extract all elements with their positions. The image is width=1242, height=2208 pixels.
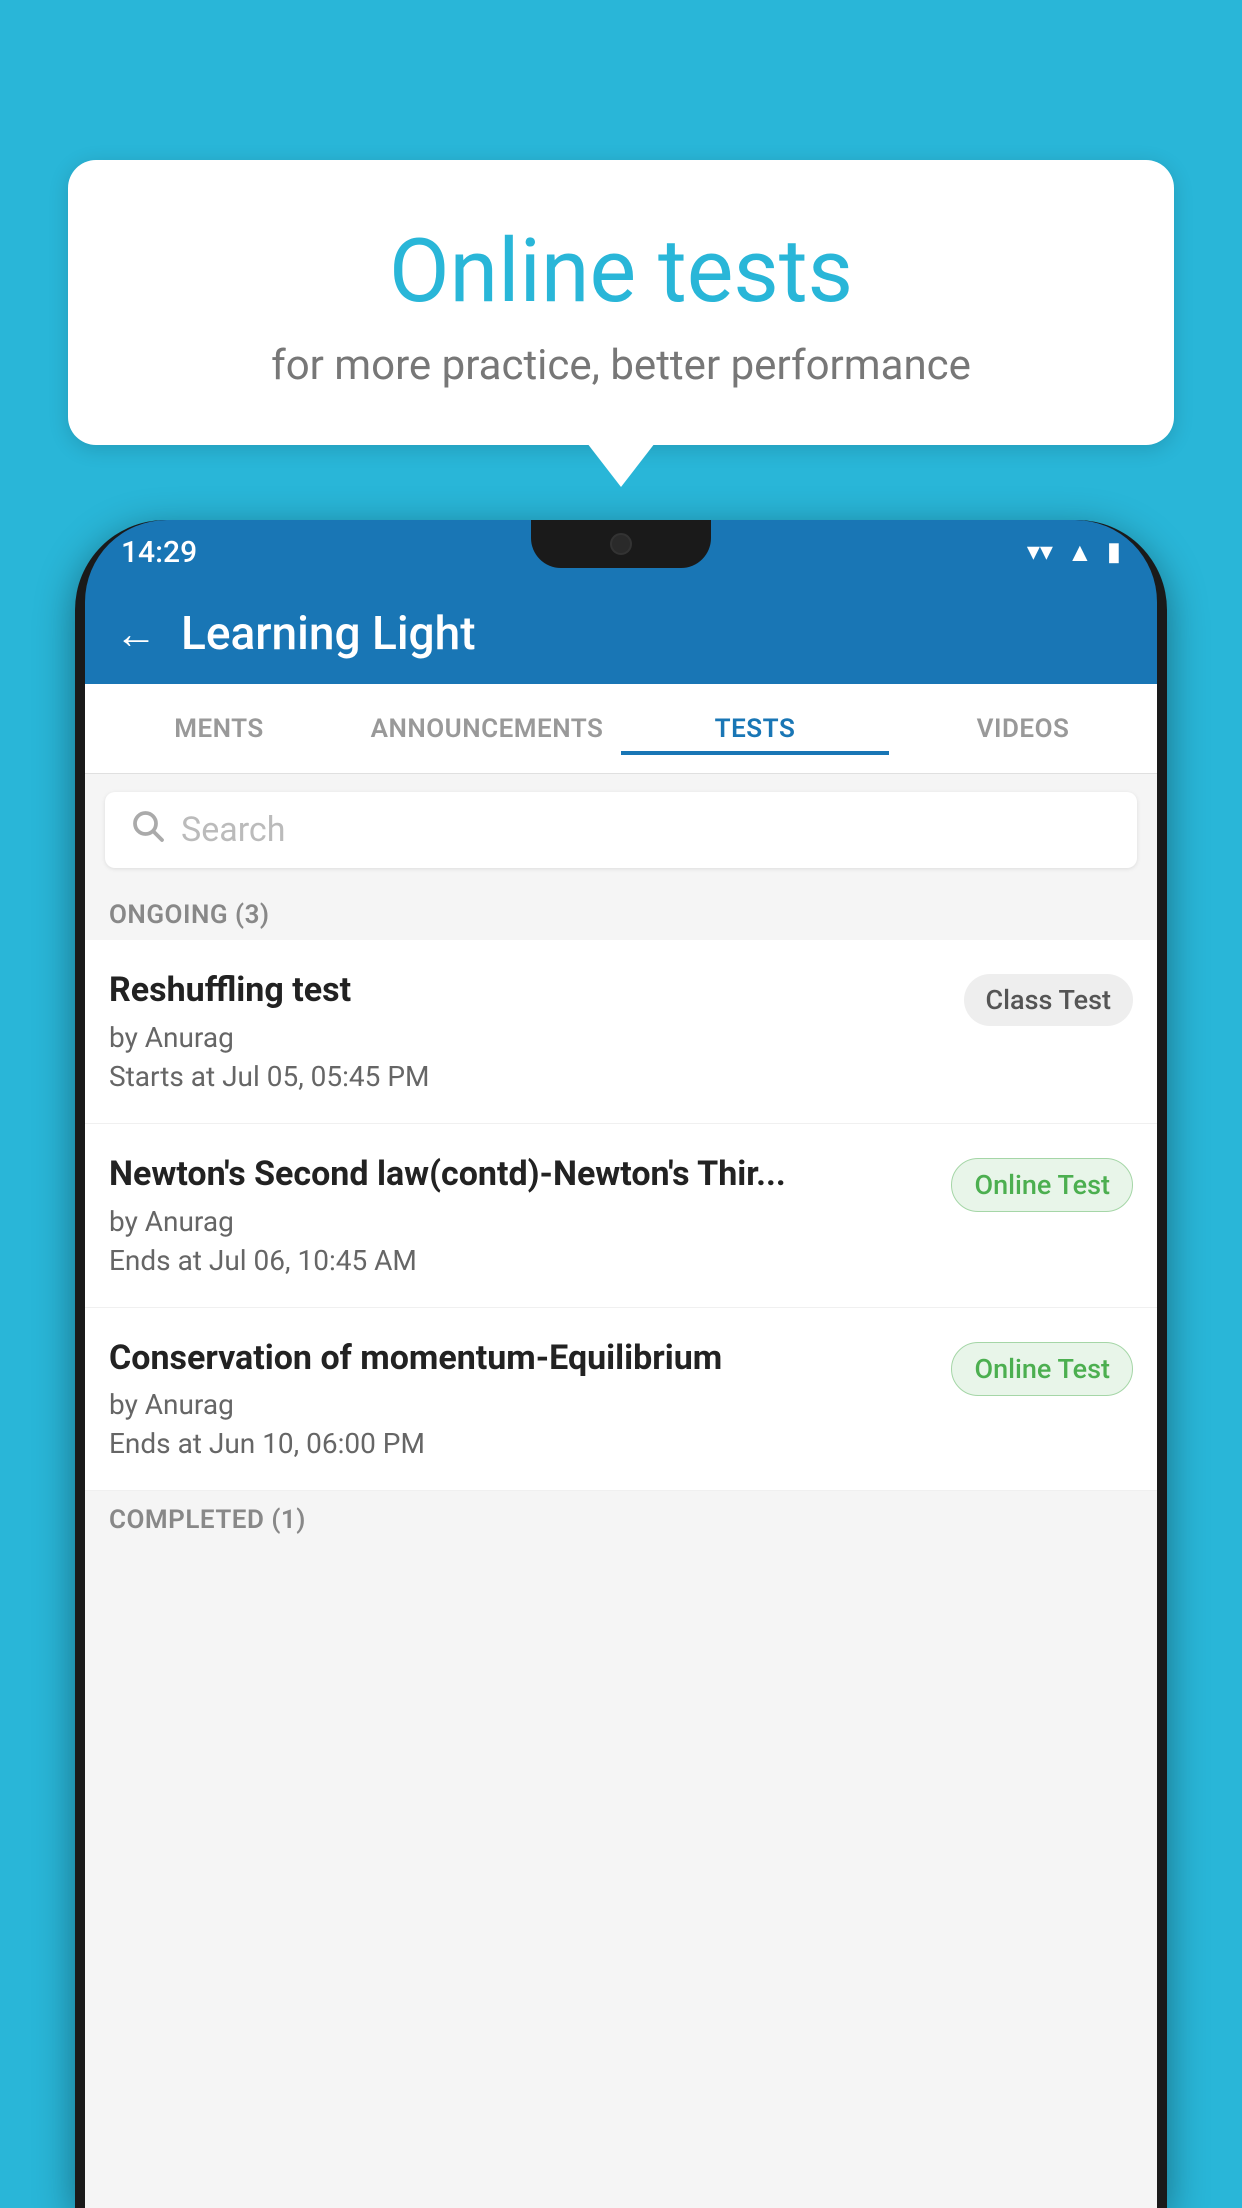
back-button[interactable]: ← bbox=[115, 610, 157, 659]
wifi-icon: ▾▾ bbox=[1027, 537, 1053, 567]
tab-announcements[interactable]: ANNOUNCEMENTS bbox=[353, 704, 621, 754]
test-badge-2: Online Test bbox=[951, 1158, 1133, 1212]
test-item-1[interactable]: Reshuffling test by Anurag Starts at Jul… bbox=[85, 940, 1157, 1124]
test-time-2: Ends at Jul 06, 10:45 AM bbox=[109, 1244, 931, 1277]
test-time-1: Starts at Jul 05, 05:45 PM bbox=[109, 1060, 944, 1093]
search-icon bbox=[129, 807, 165, 853]
tab-bar: MENTS ANNOUNCEMENTS TESTS VIDEOS bbox=[85, 684, 1157, 774]
camera bbox=[610, 533, 632, 555]
tab-ments[interactable]: MENTS bbox=[85, 704, 353, 754]
ongoing-section-label: ONGOING (3) bbox=[85, 886, 1157, 940]
speech-bubble: Online tests for more practice, better p… bbox=[68, 160, 1174, 445]
phone-frame: 14:29 ▾▾ ▲ ▮ ← Learning Light MENTS ANNO… bbox=[75, 520, 1167, 2208]
status-icons: ▾▾ ▲ ▮ bbox=[1027, 537, 1121, 568]
test-author-3: by Anurag bbox=[109, 1388, 931, 1421]
app-title: Learning Light bbox=[181, 607, 476, 661]
test-item-2[interactable]: Newton's Second law(contd)-Newton's Thir… bbox=[85, 1124, 1157, 1308]
search-bar[interactable]: Search bbox=[105, 792, 1137, 868]
test-author-1: by Anurag bbox=[109, 1021, 944, 1054]
bubble-title: Online tests bbox=[118, 220, 1124, 323]
test-list: Reshuffling test by Anurag Starts at Jul… bbox=[85, 940, 1157, 1491]
status-time: 14:29 bbox=[121, 535, 197, 570]
screen-content: Search ONGOING (3) Reshuffling test by A… bbox=[85, 774, 1157, 2208]
test-name-2: Newton's Second law(contd)-Newton's Thir… bbox=[109, 1154, 931, 1195]
test-badge-1: Class Test bbox=[964, 974, 1134, 1026]
test-item-3[interactable]: Conservation of momentum-Equilibrium by … bbox=[85, 1308, 1157, 1492]
test-info-2: Newton's Second law(contd)-Newton's Thir… bbox=[109, 1154, 951, 1277]
test-badge-3: Online Test bbox=[951, 1342, 1133, 1396]
tab-videos[interactable]: VIDEOS bbox=[889, 704, 1157, 754]
phone-inner: 14:29 ▾▾ ▲ ▮ ← Learning Light MENTS ANNO… bbox=[85, 520, 1157, 2208]
test-info-3: Conservation of momentum-Equilibrium by … bbox=[109, 1338, 951, 1461]
tab-tests[interactable]: TESTS bbox=[621, 704, 889, 754]
battery-icon: ▮ bbox=[1107, 537, 1121, 567]
test-time-3: Ends at Jun 10, 06:00 PM bbox=[109, 1427, 931, 1460]
test-info-1: Reshuffling test by Anurag Starts at Jul… bbox=[109, 970, 964, 1093]
phone-notch bbox=[531, 520, 711, 568]
app-header: ← Learning Light bbox=[85, 584, 1157, 684]
test-name-1: Reshuffling test bbox=[109, 970, 944, 1011]
bubble-subtitle: for more practice, better performance bbox=[118, 341, 1124, 390]
signal-icon: ▲ bbox=[1067, 537, 1093, 568]
test-author-2: by Anurag bbox=[109, 1205, 931, 1238]
test-name-3: Conservation of momentum-Equilibrium bbox=[109, 1338, 931, 1379]
search-placeholder-text: Search bbox=[181, 810, 285, 850]
completed-section-label: COMPLETED (1) bbox=[85, 1491, 1157, 1545]
